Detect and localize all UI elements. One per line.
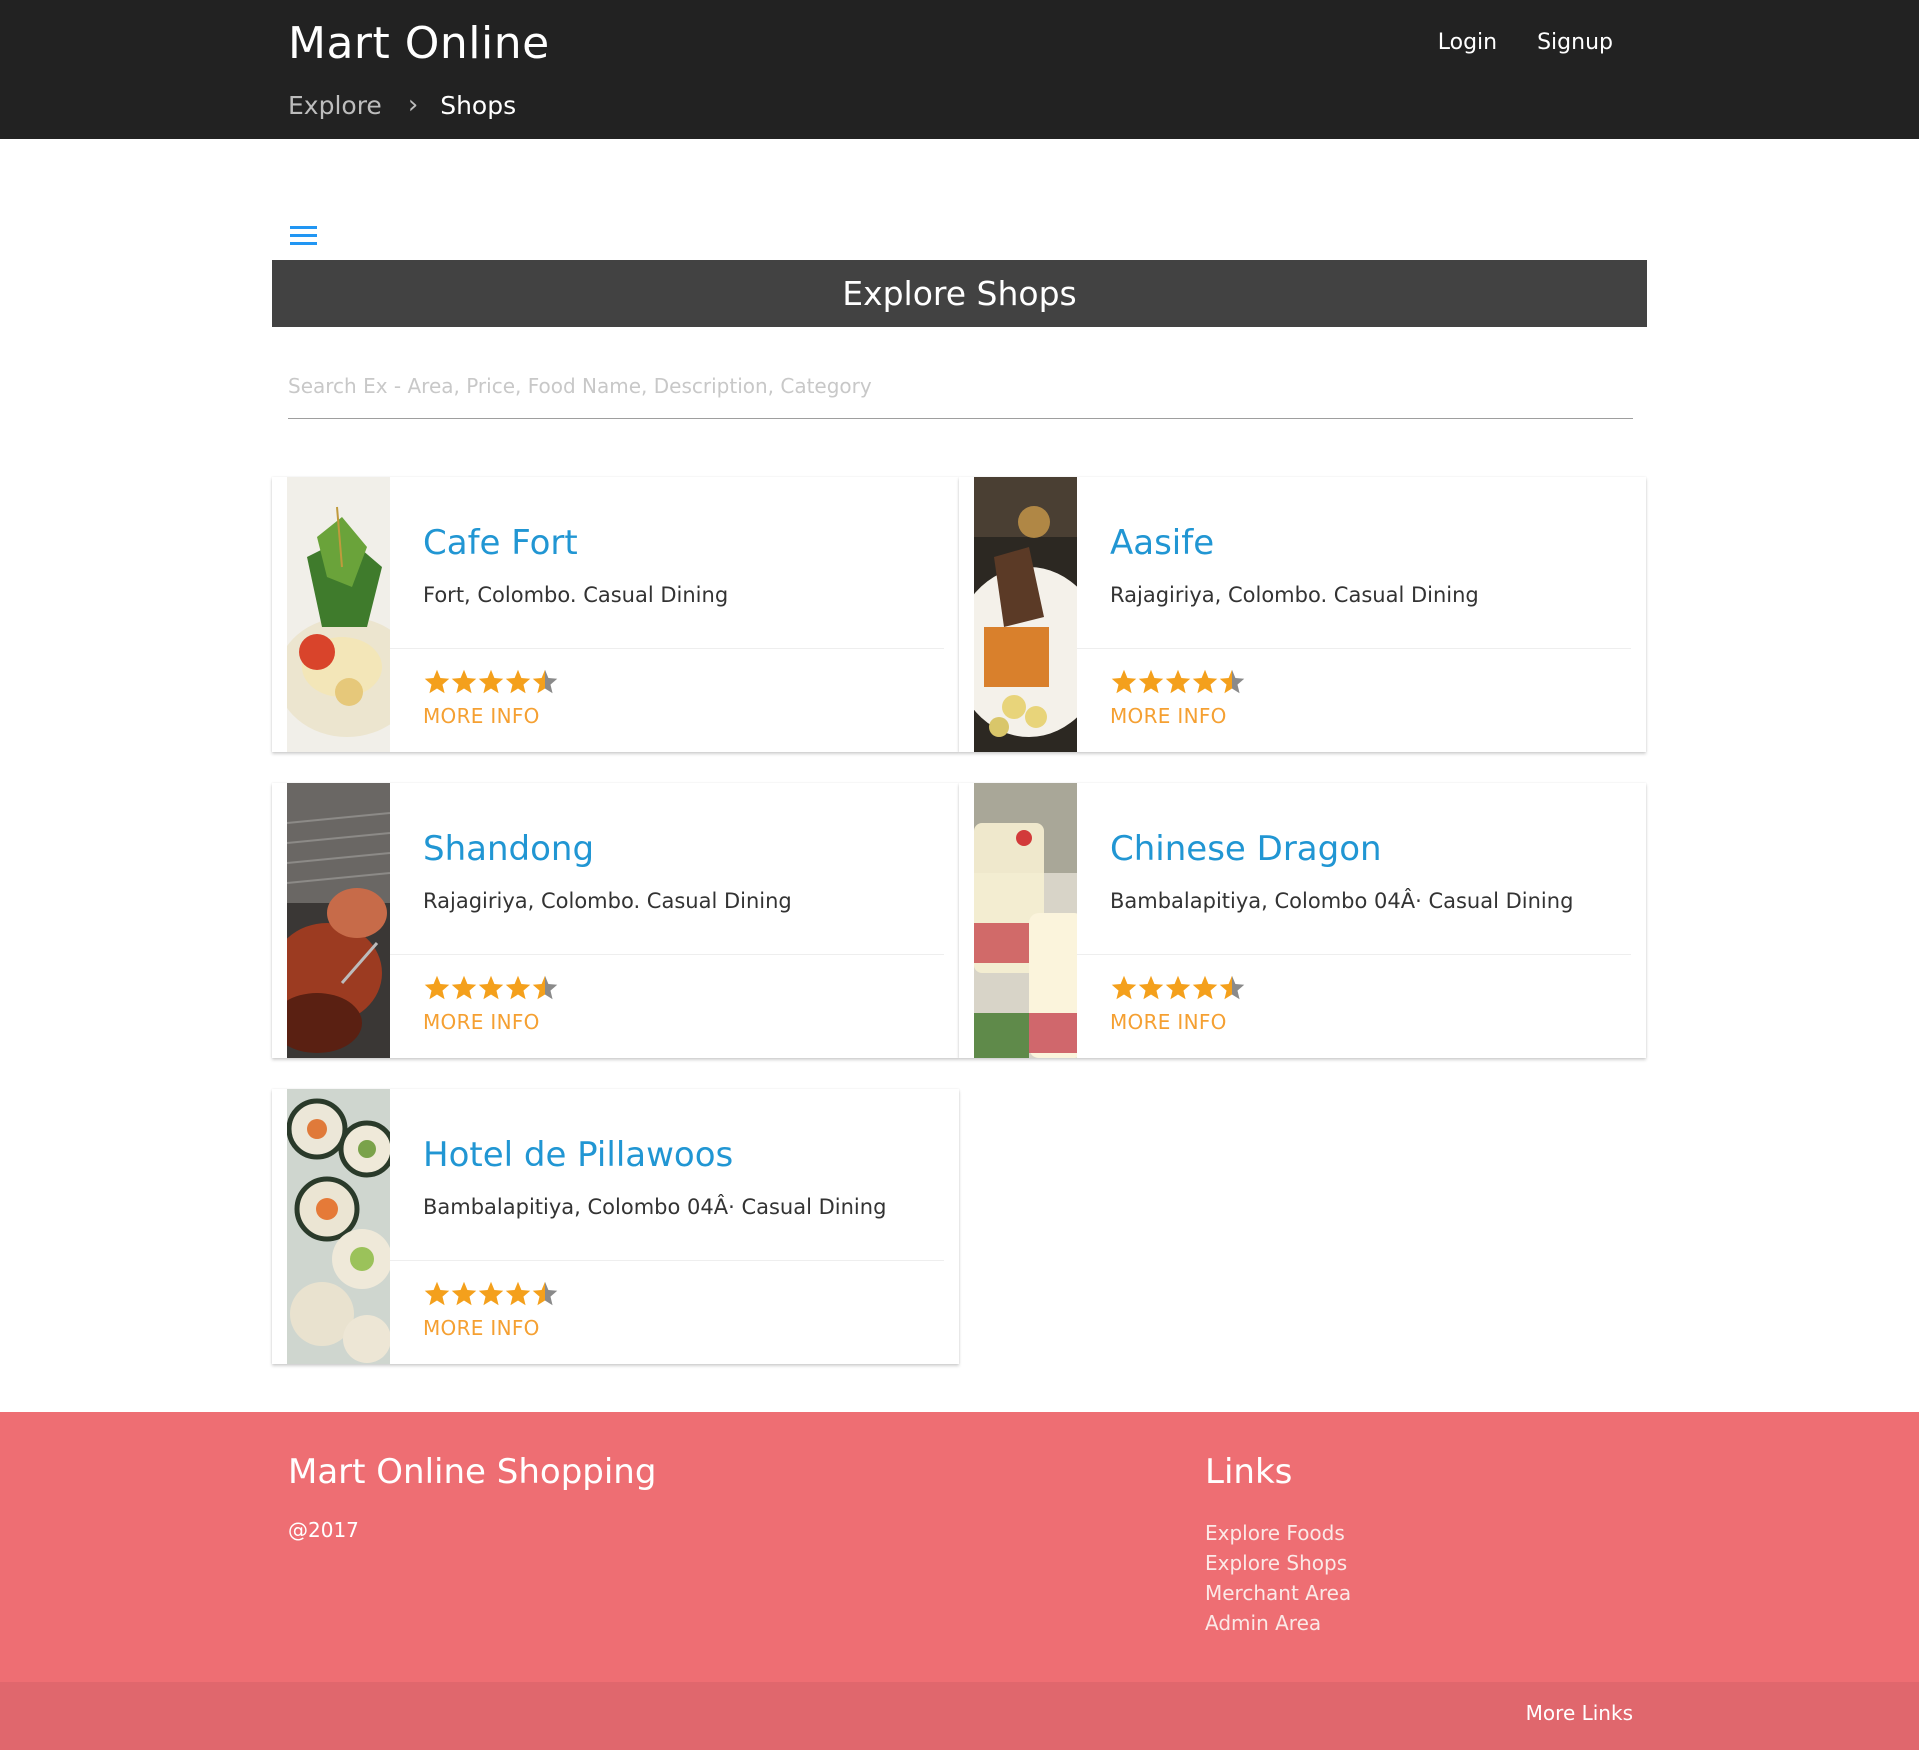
star-rating bbox=[423, 668, 558, 696]
star-icon bbox=[1218, 668, 1246, 696]
card-action: MORE INFO bbox=[390, 1261, 944, 1364]
brand-logo[interactable]: Mart Online bbox=[288, 18, 550, 69]
breadcrumb: Explore › Shops bbox=[288, 90, 516, 120]
star-icon bbox=[531, 668, 559, 696]
card-content: Aasife Rajagiriya, Colombo. Casual Dining bbox=[1077, 477, 1631, 649]
star-icon bbox=[450, 974, 478, 1002]
more-info-link[interactable]: MORE INFO bbox=[1110, 704, 1227, 728]
shop-name[interactable]: Hotel de Pillawoos bbox=[423, 1135, 733, 1175]
shop-image bbox=[974, 477, 1077, 752]
shop-name[interactable]: Aasife bbox=[1110, 523, 1214, 563]
star-icon bbox=[1191, 974, 1219, 1002]
search-input[interactable] bbox=[288, 362, 1633, 410]
hamburger-menu-icon[interactable] bbox=[290, 226, 320, 248]
signup-link[interactable]: Signup bbox=[1537, 30, 1613, 55]
shop-image bbox=[287, 783, 390, 1058]
card-content: Hotel de Pillawoos Bambalapitiya, Colombo… bbox=[390, 1089, 944, 1261]
star-icon bbox=[1110, 668, 1138, 696]
star-icon bbox=[423, 1280, 451, 1308]
star-icon bbox=[1110, 974, 1138, 1002]
star-icon bbox=[1137, 668, 1165, 696]
card-action: MORE INFO bbox=[390, 649, 944, 752]
card-action: MORE INFO bbox=[1077, 955, 1631, 1058]
star-icon bbox=[423, 668, 451, 696]
more-links-link[interactable]: More Links bbox=[1526, 1701, 1633, 1725]
star-icon bbox=[477, 668, 505, 696]
shop-image bbox=[287, 477, 390, 752]
footer-link-admin-area[interactable]: Admin Area bbox=[1205, 1608, 1351, 1638]
shop-name[interactable]: Cafe Fort bbox=[423, 523, 578, 563]
footer: Mart Online Shopping @2017 Links Explore… bbox=[0, 1412, 1919, 1750]
more-info-link[interactable]: MORE INFO bbox=[423, 1316, 540, 1340]
shop-description: Fort, Colombo. Casual Dining bbox=[423, 583, 729, 607]
chevron-right-icon: › bbox=[407, 90, 419, 120]
card-action: MORE INFO bbox=[390, 955, 944, 1058]
star-icon bbox=[531, 1280, 559, 1308]
star-icon bbox=[504, 1280, 532, 1308]
star-icon bbox=[1164, 974, 1192, 1002]
footer-links-list: Explore Foods Explore Shops Merchant Are… bbox=[1205, 1518, 1351, 1638]
shop-card: Chinese Dragon Bambalapitiya, Colombo 04Â… bbox=[959, 783, 1646, 1058]
more-info-link[interactable]: MORE INFO bbox=[423, 704, 540, 728]
section-title: Explore Shops bbox=[272, 260, 1647, 327]
shop-name[interactable]: Chinese Dragon bbox=[1110, 829, 1382, 869]
shop-image bbox=[287, 1089, 390, 1364]
nav-links: Login Signup bbox=[1438, 30, 1613, 55]
shop-card: Shandong Rajagiriya, Colombo. Casual Dini… bbox=[272, 783, 959, 1058]
star-rating bbox=[1110, 974, 1245, 1002]
star-icon bbox=[1137, 974, 1165, 1002]
star-icon bbox=[450, 1280, 478, 1308]
star-rating bbox=[423, 1280, 558, 1308]
login-link[interactable]: Login bbox=[1438, 30, 1497, 55]
breadcrumb-explore[interactable]: Explore bbox=[288, 91, 382, 120]
star-icon bbox=[423, 974, 451, 1002]
star-icon bbox=[504, 668, 532, 696]
star-icon bbox=[1164, 668, 1192, 696]
card-content: Cafe Fort Fort, Colombo. Casual Dining bbox=[390, 477, 944, 649]
star-rating bbox=[1110, 668, 1245, 696]
footer-link-explore-foods[interactable]: Explore Foods bbox=[1205, 1518, 1351, 1548]
star-icon bbox=[504, 974, 532, 1002]
star-icon bbox=[1218, 974, 1246, 1002]
footer-link-merchant-area[interactable]: Merchant Area bbox=[1205, 1578, 1351, 1608]
shop-description: Bambalapitiya, Colombo 04Â· Casual Dinin… bbox=[1110, 889, 1574, 913]
shop-description: Bambalapitiya, Colombo 04Â· Casual Dinin… bbox=[423, 1195, 887, 1219]
footer-links-title: Links bbox=[1205, 1452, 1293, 1492]
more-info-link[interactable]: MORE INFO bbox=[423, 1010, 540, 1034]
top-navbar: Mart Online Login Signup Explore › Shops bbox=[0, 0, 1919, 139]
star-icon bbox=[1191, 668, 1219, 696]
shop-image bbox=[974, 783, 1077, 1058]
star-icon bbox=[477, 1280, 505, 1308]
card-content: Chinese Dragon Bambalapitiya, Colombo 04Â… bbox=[1077, 783, 1631, 955]
footer-bottom-bar: More Links bbox=[0, 1682, 1919, 1750]
star-rating bbox=[423, 974, 558, 1002]
footer-copyright: @2017 bbox=[288, 1518, 359, 1542]
search-field bbox=[288, 362, 1633, 419]
shop-card: Cafe Fort Fort, Colombo. Casual Dining MOR… bbox=[272, 477, 959, 752]
shop-card: Hotel de Pillawoos Bambalapitiya, Colombo… bbox=[272, 1089, 959, 1364]
star-icon bbox=[531, 974, 559, 1002]
star-icon bbox=[477, 974, 505, 1002]
shop-name[interactable]: Shandong bbox=[423, 829, 594, 869]
shop-description: Rajagiriya, Colombo. Casual Dining bbox=[1110, 583, 1479, 607]
breadcrumb-shops[interactable]: Shops bbox=[440, 91, 516, 120]
card-content: Shandong Rajagiriya, Colombo. Casual Dini… bbox=[390, 783, 944, 955]
star-icon bbox=[450, 668, 478, 696]
footer-title: Mart Online Shopping bbox=[288, 1452, 657, 1492]
card-action: MORE INFO bbox=[1077, 649, 1631, 752]
shop-description: Rajagiriya, Colombo. Casual Dining bbox=[423, 889, 792, 913]
footer-link-explore-shops[interactable]: Explore Shops bbox=[1205, 1548, 1351, 1578]
shop-card: Aasife Rajagiriya, Colombo. Casual Dining… bbox=[959, 477, 1646, 752]
more-info-link[interactable]: MORE INFO bbox=[1110, 1010, 1227, 1034]
